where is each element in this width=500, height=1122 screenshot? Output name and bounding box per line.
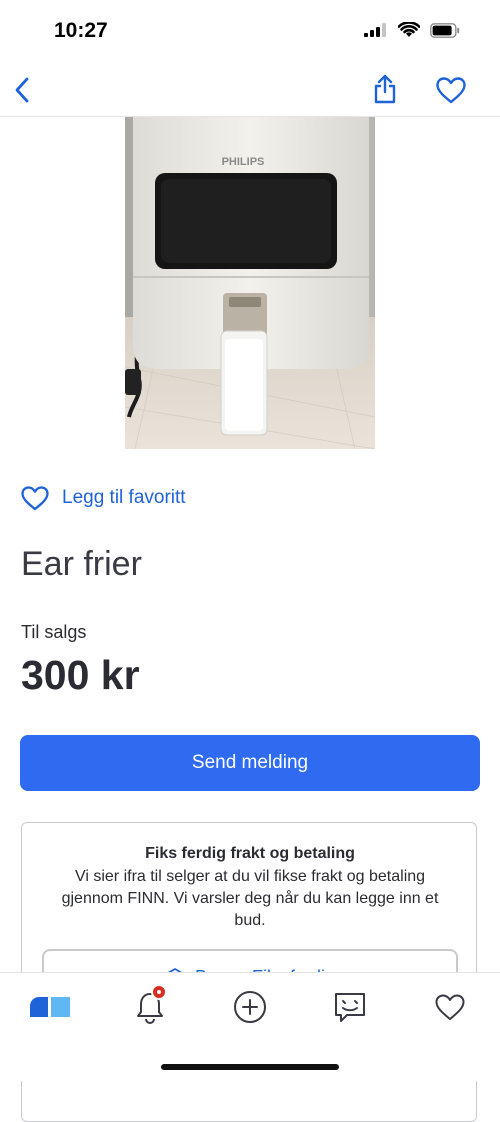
share-button[interactable] [368,70,402,108]
wifi-icon [398,22,420,37]
battery-icon [430,22,460,38]
brand-logo: PHILIPS [222,156,265,168]
favorites-heart-icon [435,994,465,1020]
listing-title: Ear frier [21,545,142,583]
top-nav-bar [0,64,500,117]
heart-outline-icon [21,486,49,511]
card-title: Fiks ferdig frakt og betaling [145,845,355,862]
home-indicator[interactable] [161,1064,339,1070]
favorite-button[interactable] [432,72,470,108]
add-to-favorites-label: Legg til favoritt [62,487,186,508]
status-time: 10:27 [54,19,108,42]
tab-notifications[interactable] [128,984,172,1027]
listing-photo[interactable]: PHILIPS [125,117,375,449]
tab-home[interactable] [28,987,72,1027]
messages-icon [335,993,365,1022]
bottom-tab-bar [0,972,500,1081]
listing-status: Til salgs [21,622,87,642]
back-button[interactable] [6,72,38,108]
home-tab-icon [30,997,70,1017]
status-icons [364,22,460,38]
cellular-signal-icon [364,23,386,37]
tab-messages[interactable] [328,987,372,1027]
new-ad-plus-icon [234,991,266,1023]
air-fryer-photo: PHILIPS [125,117,375,449]
heart-outline-icon [436,77,466,104]
chevron-left-icon [15,77,29,103]
card-description: Vi sier ifra til selger at du vil fikse … [61,868,439,929]
send-message-button[interactable]: Send melding [20,735,480,791]
tab-favorites[interactable] [428,987,472,1027]
notification-badge [151,984,167,1000]
share-icon [374,74,396,104]
status-bar: 10:27 [0,0,500,64]
listing-price: 300 kr [21,652,140,698]
add-to-favorites-link[interactable]: Legg til favoritt [20,480,186,516]
tab-new-ad[interactable] [228,987,272,1027]
